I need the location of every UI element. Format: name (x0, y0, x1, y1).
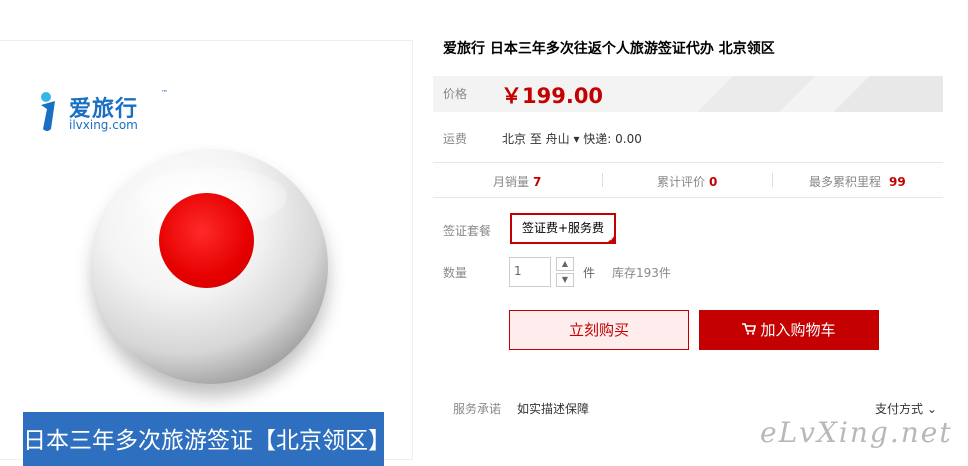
cart-icon (742, 323, 757, 335)
add-to-cart-label: 加入购物车 (760, 321, 836, 339)
points-value: 99 (889, 175, 906, 189)
buy-now-button[interactable]: 立刻购买 (509, 310, 689, 350)
reviews-value: 0 (709, 175, 718, 189)
service-label: 服务承诺 (453, 402, 502, 416)
quantity-unit: 件 (583, 266, 596, 280)
logo-en: ilvxing.com (69, 118, 138, 132)
price-bar: 价格 ￥199.00 (433, 76, 943, 112)
add-to-cart-button[interactable]: 加入购物车 (699, 310, 879, 350)
payment-label: 支付方式 (875, 402, 924, 416)
monthly-sales-label: 月销量 (493, 175, 530, 189)
monthly-sales: 月销量 7 (493, 173, 541, 190)
brand-logo: 爱旅行 ™ ilvxing.com (37, 87, 177, 133)
payment-methods-toggle[interactable]: 支付方式 ⌄ (875, 400, 937, 417)
product-title: 爱旅行 日本三年多次往返个人旅游签证代办 北京领区 (443, 41, 775, 57)
logo-tm: ™ (161, 89, 168, 97)
product-image[interactable]: 爱旅行 ™ ilvxing.com 日本三年多次旅游签证【北京领区】 (23, 73, 391, 466)
watermark: eLvXing.net (760, 416, 953, 449)
stock-count: 库存193件 (612, 266, 671, 280)
product-page: 爱旅行 ™ ilvxing.com 日本三年多次旅游签证【北京领区】 爱旅行 日… (0, 0, 968, 466)
product-image-panel: 爱旅行 ™ ilvxing.com 日本三年多次旅游签证【北京领区】 (0, 40, 413, 466)
reviews-label: 累计评价 (657, 175, 706, 189)
logo-mark-icon (41, 92, 55, 131)
service-guarantee[interactable]: 如实描述保障 (517, 400, 589, 417)
quantity-decrease-button[interactable]: ▼ (556, 273, 574, 287)
package-label: 签证套餐 (443, 224, 492, 238)
points-label: 最多累积里程 (809, 175, 882, 189)
package-option[interactable]: 签证费+服务费 ✓ (510, 213, 617, 244)
shipping-label: 运费 (443, 132, 468, 146)
price-label: 价格 (443, 87, 468, 101)
divider (772, 173, 773, 187)
sales-stats: 月销量 7 累计评价 0 最多累积里程 99 (433, 162, 943, 198)
shipping-destination-select[interactable]: 北京 至 舟山 ▾ 快递: 0.00 (502, 130, 642, 147)
review-count[interactable]: 累计评价 0 (657, 173, 717, 190)
quantity-increase-button[interactable]: ▲ (556, 257, 574, 271)
points: 最多累积里程 99 (809, 173, 906, 190)
flag-red-circle (159, 193, 254, 288)
chevron-down-icon: ⌄ (926, 402, 937, 416)
quantity-label: 数量 (443, 266, 468, 280)
package-option-label: 签证费+服务费 (522, 221, 605, 235)
quantity-input[interactable]: 1 (509, 257, 551, 287)
selected-check-icon: ✓ (606, 234, 617, 244)
price-value: ￥199.00 (501, 84, 604, 108)
divider (602, 173, 603, 187)
flag-ball (93, 149, 328, 384)
image-banner: 日本三年多次旅游签证【北京领区】 (23, 412, 391, 466)
monthly-sales-value: 7 (533, 175, 542, 189)
